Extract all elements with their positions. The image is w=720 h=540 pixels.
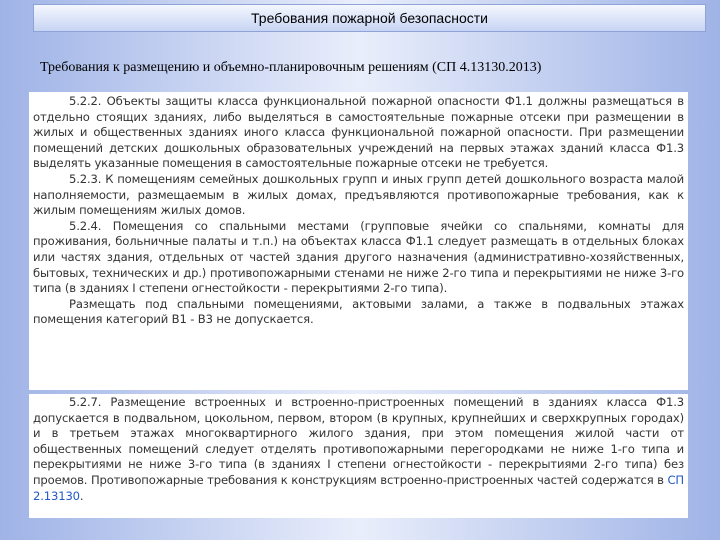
requirements-block-2: 5.2.7. Размещение встроенных и встроенно…	[29, 394, 688, 518]
clause-5-2-4-note: Размещать под спальными помещениями, акт…	[33, 296, 684, 327]
clause-5-2-4: 5.2.4. Помещения со спальными местами (г…	[33, 218, 684, 296]
clause-5-2-7-text: 5.2.7. Размещение встроенных и встроенно…	[33, 395, 684, 487]
clause-5-2-2: 5.2.2. Объекты защиты класса функциональ…	[33, 94, 684, 171]
clause-5-2-3: 5.2.3. К помещениям семейных дошкольных …	[33, 171, 684, 218]
requirements-block-1: 5.2.2. Объекты защиты класса функциональ…	[29, 92, 688, 390]
clause-5-2-7-end: .	[79, 488, 84, 503]
slide-title: Требования пожарной безопасности	[251, 10, 488, 26]
slide-title-bar: Требования пожарной безопасности	[33, 4, 706, 32]
clause-5-2-7: 5.2.7. Размещение встроенных и встроенно…	[33, 395, 684, 504]
slide-subtitle: Требования к размещению и объемно-планир…	[40, 60, 542, 75]
